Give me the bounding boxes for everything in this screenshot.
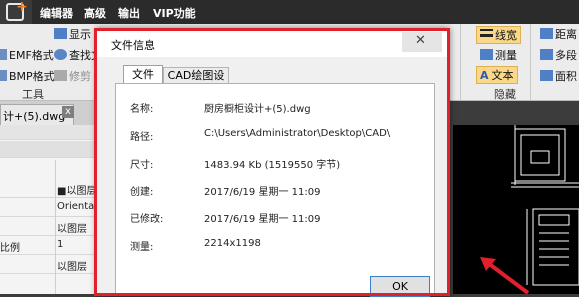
- distance-button[interactable]: 距离: [540, 26, 577, 42]
- text-a-icon: A: [480, 69, 489, 82]
- property-row[interactable]: 以图层: [0, 255, 100, 274]
- close-tab-icon[interactable]: x: [62, 106, 74, 118]
- properties-panel: ■以图层 Orientation 以图层 比例1 以图层: [0, 125, 100, 294]
- measure-button[interactable]: 测量: [480, 47, 517, 63]
- group-label-tools: 工具: [22, 88, 44, 101]
- display-icon: [54, 28, 67, 39]
- area-button[interactable]: 面积: [540, 68, 577, 84]
- group-label-hide: 隐藏: [494, 88, 516, 101]
- property-row[interactable]: Orientation: [0, 198, 100, 217]
- menu-bar: + 编辑器 高级 输出 VIP功能: [0, 0, 579, 24]
- polyline-button[interactable]: 多段: [540, 47, 577, 63]
- area-icon: [540, 70, 553, 81]
- trim-button[interactable]: 修剪: [54, 68, 91, 84]
- highlight-box: [94, 28, 450, 296]
- emf-icon: [0, 49, 7, 60]
- red-arrow-icon: [480, 257, 530, 295]
- group-divider: [460, 24, 461, 100]
- menu-advanced[interactable]: 高级: [84, 5, 106, 21]
- bmp-format-button[interactable]: BMP格式: [0, 68, 55, 84]
- trim-icon: [54, 70, 67, 81]
- menu-editor[interactable]: 编辑器: [40, 5, 73, 21]
- property-row[interactable]: 比例 1: [0, 236, 100, 255]
- distance-icon: [540, 28, 553, 39]
- panel-header: [0, 125, 100, 140]
- menu-vip[interactable]: VIP功能: [153, 5, 196, 21]
- group-divider: [530, 24, 531, 100]
- measure-icon: [480, 49, 493, 60]
- text-button[interactable]: A 文本: [476, 66, 518, 84]
- property-row[interactable]: ■以图层: [0, 179, 100, 198]
- line-width-icon: [480, 29, 493, 40]
- property-row[interactable]: 以图层: [0, 217, 100, 236]
- find-icon: [54, 49, 67, 60]
- bmp-icon: [0, 70, 7, 81]
- app-logo-icon[interactable]: +: [0, 0, 32, 24]
- panel-subheader: [0, 141, 100, 158]
- emf-format-button[interactable]: EMF格式: [0, 47, 54, 63]
- column-divider: [55, 160, 56, 294]
- display-button[interactable]: 显示: [54, 26, 91, 42]
- polyline-icon: [540, 49, 553, 60]
- line-width-button[interactable]: 线宽: [476, 26, 521, 44]
- menu-output[interactable]: 输出: [118, 5, 140, 21]
